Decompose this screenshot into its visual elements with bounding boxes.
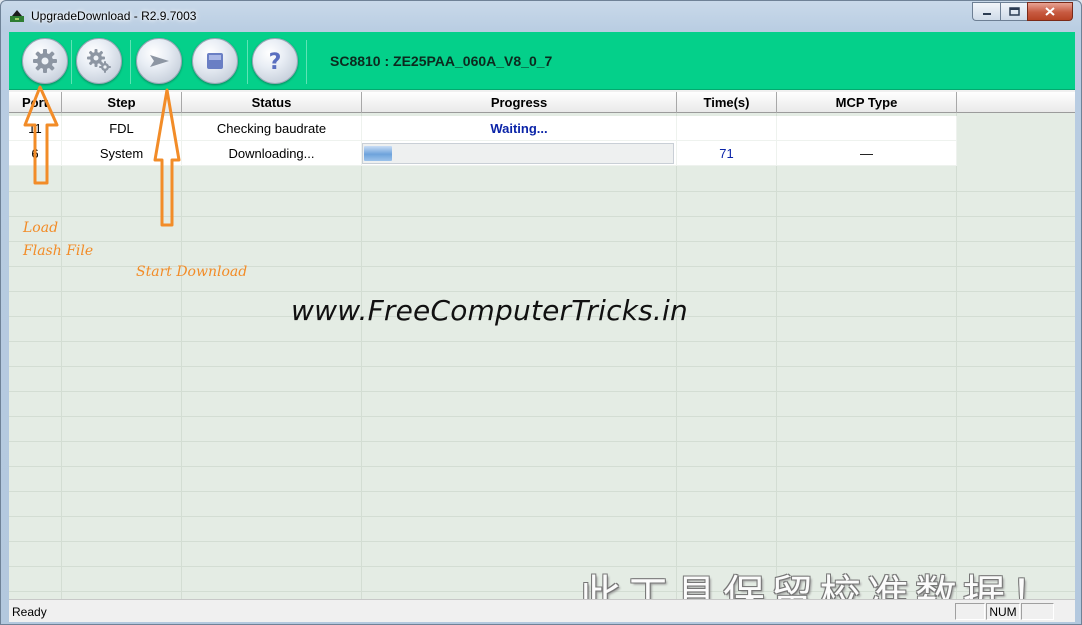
title-bar[interactable]: UpgradeDownload - R2.9.7003 xyxy=(1,1,1081,32)
table-row[interactable]: 11 FDL Checking baudrate Waiting... xyxy=(9,116,957,141)
load-flash-file-button[interactable] xyxy=(22,38,68,84)
minimize-button[interactable] xyxy=(972,2,1000,21)
question-icon: ? xyxy=(269,50,282,75)
close-button[interactable] xyxy=(1027,2,1073,21)
window-title: UpgradeDownload - R2.9.7003 xyxy=(31,9,197,23)
grid-header: Port Step Status Progress Time(s) MCP Ty… xyxy=(9,92,1075,113)
status-panel xyxy=(1021,603,1054,620)
toolbar-separator xyxy=(306,40,307,84)
maximize-button[interactable] xyxy=(1000,2,1027,21)
progress-cell: Waiting... xyxy=(362,116,677,141)
column-header-port[interactable]: Port xyxy=(9,92,62,113)
status-cell: Checking baudrate xyxy=(182,116,362,141)
mcp-type-cell: — xyxy=(777,141,957,166)
client-area: ? SC8810 : ZE25PAA_060A_V8_0_7 Port Step… xyxy=(9,32,1075,622)
toolbar-separator xyxy=(247,40,248,84)
status-cell: Downloading... xyxy=(182,141,362,166)
help-button[interactable]: ? xyxy=(252,38,298,84)
progress-cell xyxy=(362,141,677,166)
status-text: Ready xyxy=(12,605,47,619)
time-cell xyxy=(677,116,777,141)
gears-icon xyxy=(87,49,111,73)
grid-lines xyxy=(9,92,1075,599)
time-cell: 71 xyxy=(677,141,777,166)
table-row[interactable]: 6 System Downloading... 71 — xyxy=(9,141,957,166)
svg-text:?: ? xyxy=(269,50,282,75)
step-cell: FDL xyxy=(62,116,182,141)
watermark-text: www.FreeComputerTricks.in xyxy=(291,294,688,327)
play-arrow-icon xyxy=(150,55,169,67)
mcp-type-cell xyxy=(777,116,957,141)
stop-download-button[interactable] xyxy=(192,38,238,84)
column-header-time[interactable]: Time(s) xyxy=(677,92,777,113)
app-icon xyxy=(10,10,24,22)
progress-bar-fill xyxy=(364,145,392,161)
toolbar-separator xyxy=(130,40,131,84)
annotation-start-download: Start Download xyxy=(136,264,248,280)
column-header-step[interactable]: Step xyxy=(62,92,182,113)
application-window: UpgradeDownload - R2.9.7003 ? SC8810: Z… xyxy=(0,0,1082,625)
column-header-filler xyxy=(957,92,1075,113)
settings-button[interactable] xyxy=(76,38,122,84)
minimize-icon xyxy=(982,12,991,15)
port-cell: 6 xyxy=(9,141,62,166)
annotation-flash-file: Flash File xyxy=(23,243,94,259)
download-grid: Port Step Status Progress Time(s) MCP Ty… xyxy=(9,92,1075,599)
close-icon xyxy=(1045,7,1055,16)
stop-icon xyxy=(207,53,223,69)
column-header-progress[interactable]: Progress xyxy=(362,92,677,113)
num-lock-indicator: NUM xyxy=(986,603,1020,620)
annotation-load: Load xyxy=(23,220,59,236)
status-panel xyxy=(955,603,985,620)
status-bar: Ready NUM xyxy=(9,599,1075,622)
gear-icon xyxy=(33,49,57,73)
progress-bar xyxy=(362,142,674,164)
chinese-notice-text: 此工具保留校准数据！ xyxy=(579,571,1060,599)
step-cell: System xyxy=(62,141,182,166)
toolbar-separator xyxy=(71,40,72,84)
start-download-button[interactable] xyxy=(136,38,182,84)
device-firmware-title: SC8810 : ZE25PAA_060A_V8_0_7 xyxy=(330,53,553,69)
column-header-mcp-type[interactable]: MCP Type xyxy=(777,92,957,113)
column-header-status[interactable]: Status xyxy=(182,92,362,113)
port-cell: 11 xyxy=(9,116,62,141)
toolbar: ? SC8810 : ZE25PAA_060A_V8_0_7 xyxy=(9,32,1075,90)
maximize-icon xyxy=(1008,7,1020,16)
